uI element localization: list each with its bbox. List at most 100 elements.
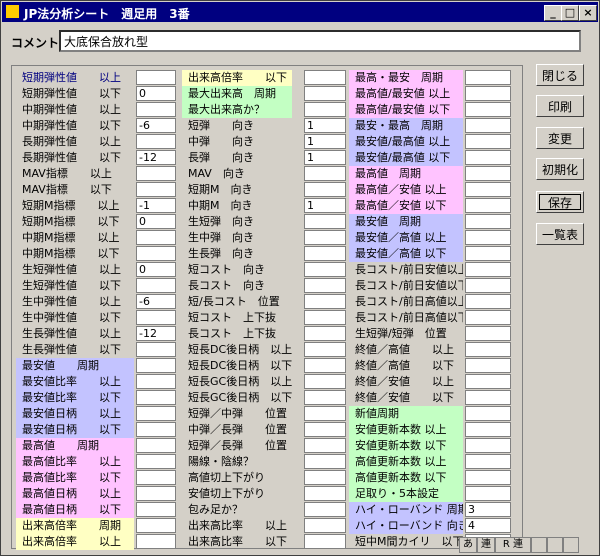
criteria-value-input[interactable] <box>136 278 176 293</box>
criteria-value-input[interactable] <box>304 518 346 533</box>
criteria-value-input[interactable] <box>304 86 346 101</box>
criteria-value-input[interactable] <box>304 214 346 229</box>
criteria-value-input[interactable] <box>304 438 346 453</box>
criteria-value-input[interactable]: 0 <box>136 262 176 277</box>
criteria-value-input[interactable] <box>136 342 176 357</box>
close-form-button[interactable]: 閉じる <box>536 64 584 86</box>
criteria-value-input[interactable]: 4 <box>465 518 511 533</box>
criteria-value-input[interactable] <box>136 182 176 197</box>
criteria-value-input[interactable] <box>304 262 346 277</box>
criteria-value-input[interactable] <box>136 310 176 325</box>
print-button[interactable]: 印刷 <box>536 95 584 117</box>
close-button[interactable]: × <box>579 5 597 21</box>
save-button[interactable]: 保存 <box>536 191 584 213</box>
criteria-value-input[interactable]: 1 <box>304 118 346 133</box>
criteria-value-input[interactable] <box>465 342 511 357</box>
criteria-value-input[interactable] <box>136 134 176 149</box>
criteria-value-input[interactable] <box>465 230 511 245</box>
criteria-value-input[interactable] <box>136 534 176 549</box>
ime-tools-icon[interactable] <box>563 537 579 553</box>
criteria-value-input[interactable] <box>304 406 346 421</box>
criteria-value-input[interactable]: -12 <box>136 326 176 341</box>
criteria-value-input[interactable] <box>304 342 346 357</box>
criteria-value-input[interactable] <box>304 230 346 245</box>
criteria-value-input[interactable] <box>304 454 346 469</box>
criteria-value-input[interactable] <box>304 182 346 197</box>
criteria-value-input[interactable] <box>136 246 176 261</box>
ime-conversion-indicator[interactable]: 連 <box>477 537 495 553</box>
criteria-value-input[interactable] <box>136 486 176 501</box>
criteria-value-input[interactable]: 1 <box>304 198 346 213</box>
criteria-value-input[interactable]: 3 <box>465 502 511 517</box>
criteria-value-input[interactable] <box>304 278 346 293</box>
criteria-value-input[interactable] <box>304 294 346 309</box>
criteria-value-input[interactable]: 1 <box>304 150 346 165</box>
criteria-value-input[interactable] <box>465 166 511 181</box>
criteria-value-input[interactable] <box>465 214 511 229</box>
criteria-value-input[interactable]: -6 <box>136 118 176 133</box>
criteria-value-input[interactable] <box>136 406 176 421</box>
criteria-value-input[interactable] <box>136 166 176 181</box>
ime-romaji-indicator[interactable]: R 連 <box>495 537 531 553</box>
criteria-value-input[interactable]: 0 <box>136 214 176 229</box>
criteria-value-input[interactable] <box>465 278 511 293</box>
criteria-value-input[interactable] <box>465 86 511 101</box>
criteria-value-input[interactable]: -1 <box>136 198 176 213</box>
criteria-value-input[interactable] <box>136 502 176 517</box>
criteria-value-input[interactable]: -12 <box>136 150 176 165</box>
ime-mode-indicator[interactable]: あ <box>459 537 477 553</box>
criteria-value-input[interactable] <box>304 470 346 485</box>
criteria-value-input[interactable] <box>136 102 176 117</box>
criteria-value-input[interactable] <box>136 374 176 389</box>
criteria-value-input[interactable] <box>465 246 511 261</box>
criteria-value-input[interactable] <box>465 262 511 277</box>
criteria-value-input[interactable] <box>304 102 346 117</box>
ime-dictionary-icon[interactable] <box>531 537 547 553</box>
criteria-value-input[interactable] <box>136 230 176 245</box>
criteria-value-input[interactable] <box>465 326 511 341</box>
criteria-value-input[interactable] <box>304 390 346 405</box>
criteria-value-input[interactable] <box>136 358 176 373</box>
criteria-value-input[interactable] <box>465 406 511 421</box>
criteria-value-input[interactable] <box>136 438 176 453</box>
criteria-value-input[interactable] <box>304 502 346 517</box>
criteria-value-input[interactable]: 1 <box>304 134 346 149</box>
minimize-button[interactable]: _ <box>544 5 562 21</box>
comment-input[interactable]: 大底保合放れ型 <box>59 30 581 52</box>
criteria-value-input[interactable] <box>136 390 176 405</box>
criteria-value-input[interactable] <box>136 422 176 437</box>
criteria-value-input[interactable] <box>465 102 511 117</box>
criteria-value-input[interactable] <box>304 310 346 325</box>
criteria-value-input[interactable] <box>465 310 511 325</box>
criteria-value-input[interactable] <box>465 486 511 501</box>
criteria-value-input[interactable] <box>465 374 511 389</box>
criteria-value-input[interactable] <box>465 134 511 149</box>
criteria-value-input[interactable] <box>136 518 176 533</box>
criteria-value-input[interactable] <box>136 454 176 469</box>
criteria-value-input[interactable] <box>465 198 511 213</box>
criteria-value-input[interactable] <box>465 390 511 405</box>
criteria-value-input[interactable] <box>304 246 346 261</box>
criteria-value-input[interactable] <box>304 422 346 437</box>
criteria-value-input[interactable] <box>304 70 346 85</box>
criteria-value-input[interactable] <box>465 438 511 453</box>
criteria-value-input[interactable] <box>304 166 346 181</box>
change-button[interactable]: 変更 <box>536 127 584 149</box>
criteria-value-input[interactable] <box>465 358 511 373</box>
ime-pad-icon[interactable] <box>547 537 563 553</box>
criteria-value-input[interactable] <box>136 470 176 485</box>
criteria-value-input[interactable] <box>465 454 511 469</box>
maximize-button[interactable]: □ <box>561 5 579 21</box>
criteria-value-input[interactable] <box>304 534 346 549</box>
criteria-value-input[interactable] <box>304 326 346 341</box>
criteria-value-input[interactable] <box>465 150 511 165</box>
criteria-value-input[interactable] <box>304 486 346 501</box>
criteria-value-input[interactable]: 0 <box>136 86 176 101</box>
list-button[interactable]: 一覧表 <box>536 223 584 245</box>
criteria-value-input[interactable] <box>465 294 511 309</box>
criteria-value-input[interactable]: -6 <box>136 294 176 309</box>
criteria-value-input[interactable] <box>136 70 176 85</box>
criteria-value-input[interactable] <box>465 182 511 197</box>
criteria-value-input[interactable] <box>465 422 511 437</box>
criteria-value-input[interactable] <box>465 70 511 85</box>
